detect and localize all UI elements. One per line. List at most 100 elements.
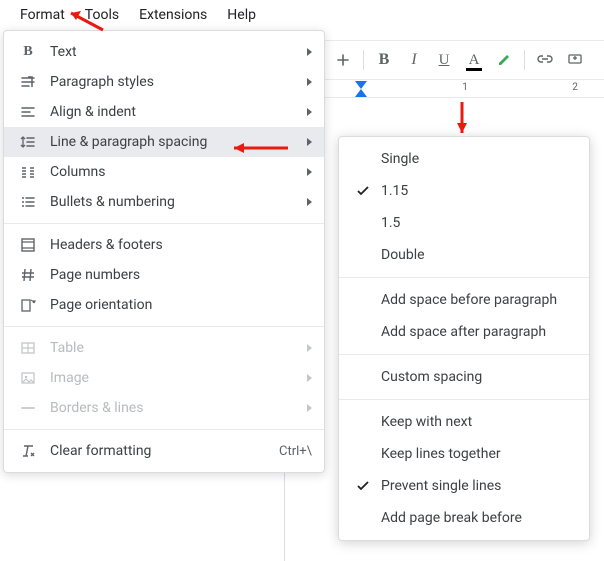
menu-help[interactable]: Help [217, 3, 266, 27]
check-icon [353, 476, 373, 496]
label: Align & indent [50, 104, 307, 120]
chevron-right-icon [307, 344, 312, 352]
annotation-arrow-spacing [220, 138, 290, 158]
menu-item-page-orientation[interactable]: Page orientation [4, 290, 324, 320]
chevron-right-icon [307, 404, 312, 412]
check-icon [353, 181, 373, 201]
label: Add space after paragraph [381, 324, 546, 340]
label: 1.15 [381, 183, 408, 199]
chevron-right-icon [307, 78, 312, 86]
spacing-keep-together[interactable]: Keep lines together [339, 438, 589, 470]
ruler-tick-1: 1 [462, 82, 468, 93]
menu-item-borders-lines: Borders & lines [4, 393, 324, 423]
check-icon [353, 322, 373, 342]
plus-icon[interactable] [329, 46, 357, 74]
menu-item-bullets-numbering[interactable]: Bullets & numbering [4, 187, 324, 217]
comment-button[interactable] [561, 46, 589, 74]
separator [339, 399, 589, 400]
menu-item-clear-formatting[interactable]: Clear formatting Ctrl+\ [4, 436, 324, 466]
label: Text [50, 44, 307, 60]
spacing-15[interactable]: 1.5 [339, 207, 589, 239]
label: Keep lines together [381, 446, 501, 462]
check-icon [353, 508, 373, 528]
italic-button[interactable]: I [400, 46, 428, 74]
label: Image [50, 370, 307, 386]
menu-item-columns[interactable]: Columns [4, 157, 324, 187]
check-icon [353, 213, 373, 233]
menu-item-text[interactable]: B Text [4, 37, 324, 67]
label: Borders & lines [50, 400, 307, 416]
separator [363, 50, 364, 70]
spacing-keep-next[interactable]: Keep with next [339, 406, 589, 438]
check-icon [353, 444, 373, 464]
chevron-right-icon [307, 48, 312, 56]
label: Page orientation [50, 297, 312, 313]
spacing-single[interactable]: Single [339, 143, 589, 175]
label: Bullets & numbering [50, 194, 307, 210]
menu-item-page-numbers[interactable]: Page numbers [4, 260, 324, 290]
ruler[interactable]: 1 2 [325, 80, 604, 98]
image-icon [18, 368, 38, 388]
check-icon [353, 149, 373, 169]
underline-button[interactable]: U [430, 46, 458, 74]
annotation-arrow-format [58, 5, 108, 35]
check-icon [353, 245, 373, 265]
label: Table [50, 340, 307, 356]
columns-icon [18, 162, 38, 182]
label: Headers & footers [50, 237, 312, 253]
separator [4, 223, 324, 224]
separator [4, 429, 324, 430]
line-spacing-icon [18, 132, 38, 152]
align-icon [18, 102, 38, 122]
link-button[interactable] [531, 46, 559, 74]
header-footer-icon [18, 235, 38, 255]
spacing-add-before[interactable]: Add space before paragraph [339, 284, 589, 316]
label: Double [381, 247, 425, 263]
chevron-right-icon [307, 108, 312, 116]
check-icon [353, 367, 373, 387]
label: Custom spacing [381, 369, 482, 385]
label: Prevent single lines [381, 478, 501, 494]
hash-icon [18, 265, 38, 285]
chevron-right-icon [307, 138, 312, 146]
spacing-115[interactable]: 1.15 [339, 175, 589, 207]
label: Keep with next [381, 414, 472, 430]
paragraph-icon [18, 72, 38, 92]
indent-marker-bottom[interactable] [355, 89, 367, 97]
chevron-right-icon [307, 168, 312, 176]
spacing-add-after[interactable]: Add space after paragraph [339, 316, 589, 348]
format-dropdown: B Text Paragraph styles Align & indent L… [3, 30, 325, 473]
ruler-tick-2: 2 [572, 82, 578, 93]
separator [4, 326, 324, 327]
check-icon [353, 290, 373, 310]
label: Add space before paragraph [381, 292, 557, 308]
list-icon [18, 192, 38, 212]
spacing-double[interactable]: Double [339, 239, 589, 271]
spacing-custom[interactable]: Custom spacing [339, 361, 589, 393]
text-color-button[interactable]: A [460, 46, 488, 74]
label: Columns [50, 164, 307, 180]
highlight-button[interactable] [490, 46, 518, 74]
clear-format-icon [18, 441, 38, 461]
spacing-page-break[interactable]: Add page break before [339, 502, 589, 534]
spacing-prevent-single[interactable]: Prevent single lines [339, 470, 589, 502]
label: Add page break before [381, 510, 522, 526]
menu-item-table: Table [4, 333, 324, 363]
menu-item-align-indent[interactable]: Align & indent [4, 97, 324, 127]
indent-marker-top[interactable] [355, 81, 367, 89]
label: Clear formatting [50, 443, 279, 459]
menu-item-headers-footers[interactable]: Headers & footers [4, 230, 324, 260]
shortcut: Ctrl+\ [279, 444, 312, 459]
table-icon [18, 338, 38, 358]
separator [339, 354, 589, 355]
menu-item-paragraph-styles[interactable]: Paragraph styles [4, 67, 324, 97]
check-icon [353, 412, 373, 432]
separator [339, 277, 589, 278]
spacing-submenu: Single 1.15 1.5 Double Add space before … [338, 136, 590, 541]
label: Paragraph styles [50, 74, 307, 90]
toolbar: B I U A [325, 40, 604, 80]
menu-extensions[interactable]: Extensions [129, 3, 217, 27]
bold-button[interactable]: B [370, 46, 398, 74]
menu-item-image: Image [4, 363, 324, 393]
line-icon [18, 398, 38, 418]
